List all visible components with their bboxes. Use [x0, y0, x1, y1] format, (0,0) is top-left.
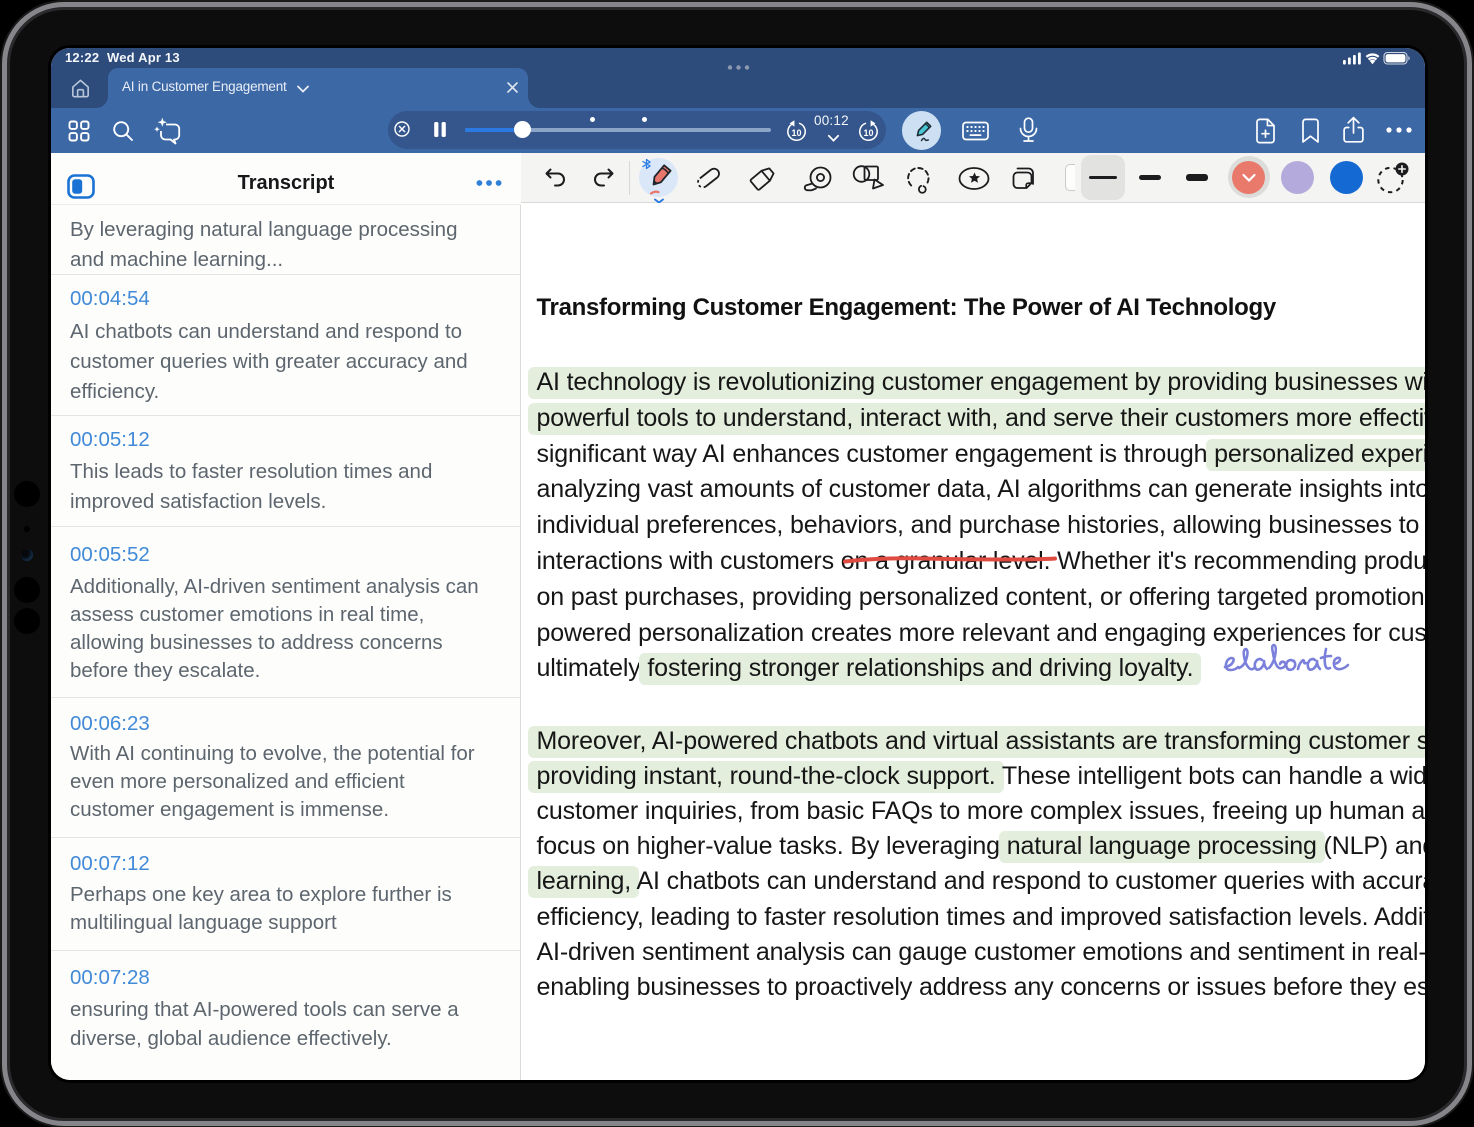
svg-text:10: 10	[791, 127, 801, 137]
svg-text:10: 10	[863, 127, 873, 137]
